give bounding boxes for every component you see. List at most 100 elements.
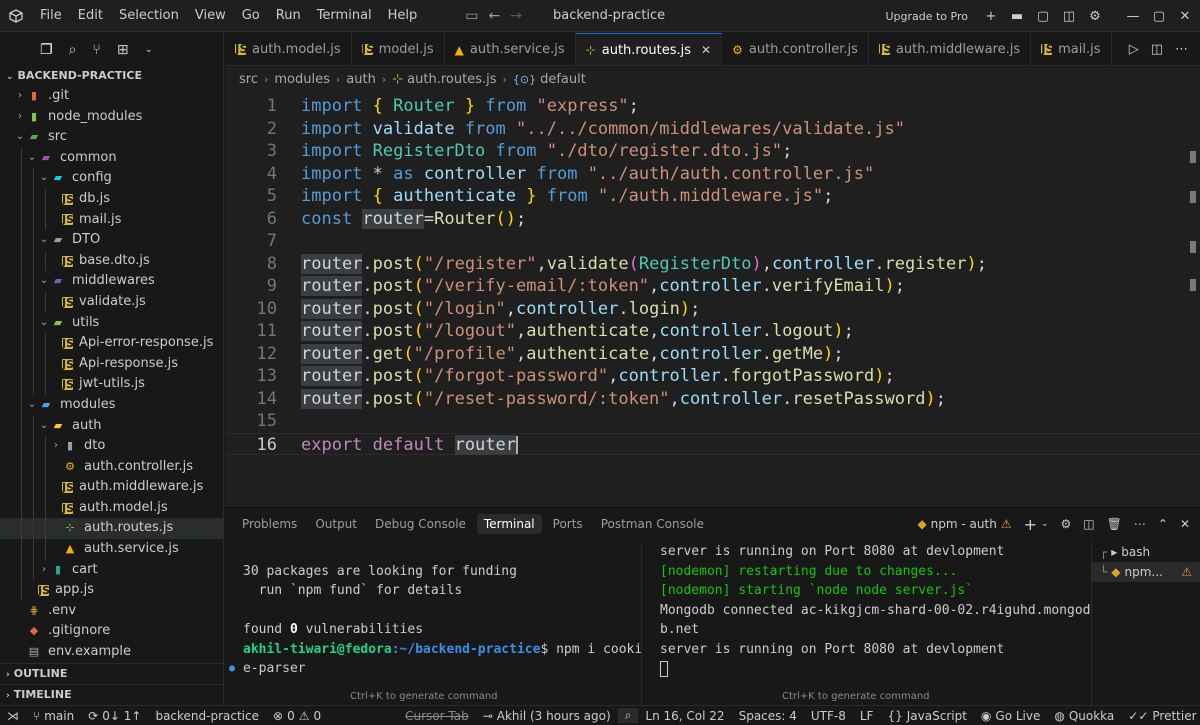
tree-item[interactable]: ⌄ ▰ common [0,147,223,169]
tree-item[interactable]: ⋕ .env [0,601,223,622]
maximize-icon[interactable]: ▢ [1152,9,1166,24]
source-control-icon[interactable]: ⑂ [92,42,100,58]
close-tab-icon[interactable]: ✕ [701,43,711,57]
tree-item[interactable]: › ▮ node_modules [0,107,223,128]
tree-item[interactable]: ⊹ auth.routes.js [0,518,223,540]
terminal-settings-icon[interactable]: ⚙ [1061,517,1072,531]
more-actions-icon[interactable]: ⋯ [1134,517,1146,531]
back-arrow-icon[interactable]: ← [489,8,501,24]
kill-terminal-icon[interactable]: 🗑 [1107,517,1122,531]
tab-auth-service-js[interactable]: ▲ auth.service.js [445,33,576,65]
layout-icon[interactable]: ◫ [1062,9,1076,24]
breadcrumb-item[interactable]: {⊙} default [513,72,586,87]
tree-item[interactable]: JS Api-response.js [0,353,223,375]
code-editor[interactable]: 1 import { Router } from "express"; 2 impor… [225,91,1200,504]
run-icon[interactable]: ▷ [1129,42,1139,57]
sync-indicator[interactable]: ⟳ 0↓ 1↑ [81,709,148,723]
tree-item[interactable]: JS auth.model.js [0,497,223,519]
menu-item-edit[interactable]: Edit [70,0,111,32]
breadcrumb-item[interactable]: ⊹ auth.routes.js [392,72,496,87]
tree-item[interactable]: ⌄ ▰ auth [0,415,223,437]
encoding[interactable]: UTF-8 [804,709,853,723]
tree-item[interactable]: ⌄ ▰ config [0,168,223,189]
close-window-icon[interactable]: ✕ [1178,9,1192,24]
tree-item[interactable]: JS validate.js [0,291,223,313]
end-of-line[interactable]: LF [853,709,881,723]
tree-item[interactable]: ⌄ ▰ src [0,127,223,148]
scrollbar-markers[interactable] [1190,151,1196,291]
new-terminal-icon[interactable]: + [1024,515,1037,534]
indentation[interactable]: Spaces: 4 [732,709,804,723]
quokka-button[interactable]: ◍ Quokka [1047,709,1121,723]
explorer-root-header[interactable]: ⌄ BACKEND-PRACTICE [0,66,223,86]
tree-item[interactable]: ◆ .gitignore [0,621,223,642]
menu-item-file[interactable]: File [32,0,70,32]
tab-auth-model-js[interactable]: JS auth.model.js [225,33,352,65]
tree-item[interactable]: › ▮ dto [0,436,223,457]
upgrade-button[interactable]: Upgrade to Pro [885,10,968,23]
tab-auth-controller-js[interactable]: ⚙ auth.controller.js [722,33,869,65]
tree-item[interactable]: JS app.js [0,580,223,601]
terminal-pane-1[interactable]: 30 packages are looking for funding run … [225,542,642,706]
panel-tab-output[interactable]: Output [308,514,364,534]
panel-tab-postman-console[interactable]: Postman Console [594,514,711,534]
new-icon[interactable]: + [984,9,998,24]
tree-item[interactable]: ⌄ ▰ modules [0,394,223,416]
split-editor-icon[interactable]: ◫ [1151,42,1163,57]
remote-indicator[interactable]: ⋊ [0,709,26,723]
breadcrumb-item[interactable]: auth [346,72,376,87]
tree-item[interactable]: ⚙ auth.controller.js [0,456,223,478]
tree-item[interactable]: JS jwt-utils.js [0,374,223,395]
tree-item[interactable]: JS Api-error-response.js [0,333,223,354]
tree-item[interactable]: ⌄ ▰ middlewares [0,271,223,292]
terminal-list-item[interactable]: ┌ ▸ bash [1092,542,1200,562]
extensions-icon[interactable]: ⊞ [117,42,129,58]
panel-tab-problems[interactable]: Problems [235,514,304,534]
problems-indicator[interactable]: ⊗ 0 ⚠ 0 [266,709,328,723]
menu-item-view[interactable]: View [187,0,234,32]
more-actions-icon[interactable]: ⋯ [1175,42,1188,57]
tree-item[interactable]: JS base.dto.js [0,250,223,272]
chevron-down-icon[interactable]: ⌄ [145,44,153,55]
prettier-button[interactable]: ✓✓ Prettier [1121,709,1200,723]
panel-tab-terminal[interactable]: Terminal [476,514,542,534]
tree-item[interactable]: ▤ env.example [0,642,223,663]
search-icon[interactable]: ⌕ [69,42,77,58]
menu-item-go[interactable]: Go [234,0,268,32]
tree-item[interactable]: ▲ auth.service.js [0,539,223,560]
tree-item[interactable]: JS db.js [0,188,223,210]
toggle-sidebar-icon[interactable]: ▭ [465,8,478,24]
outline-section[interactable]: › OUTLINE [0,663,224,684]
project-indicator[interactable]: backend-practice [148,709,266,723]
panel-tab-ports[interactable]: Ports [546,514,590,534]
timeline-section[interactable]: › TIMELINE [0,684,224,705]
forward-arrow-icon[interactable]: → [510,8,522,24]
settings-gear-icon[interactable]: ⚙ [1088,9,1102,24]
tree-item[interactable]: ⌄ ▰ utils [0,312,223,334]
menu-item-selection[interactable]: Selection [111,0,187,32]
tree-item[interactable]: › ▮ cart [0,559,223,581]
cursor-position[interactable]: Ln 16, Col 22 [638,709,731,723]
toggle-panel-icon[interactable]: ▬ [1010,9,1024,24]
zoom-search-icon[interactable]: ⌕ [617,708,639,723]
branch-indicator[interactable]: ⑂ main [26,709,81,723]
tab-auth-routes-js[interactable]: ⊹ auth.routes.js ✕ [575,33,723,65]
chat-icon[interactable]: ▢ [1036,9,1050,24]
terminal-list-item[interactable]: └ ◆ npm... ⚠ [1092,562,1200,582]
minimize-icon[interactable]: — [1126,9,1140,24]
breadcrumb-item[interactable]: modules [274,72,330,87]
tree-item[interactable]: ⌄ ▰ DTO [0,230,223,251]
split-terminal-icon[interactable]: ◫ [1083,517,1094,531]
tree-item[interactable]: JS auth.middleware.js [0,477,223,498]
terminal-pane-2[interactable]: server is running on Port 8080 at devlop… [641,542,1091,706]
tab-auth-middleware-js[interactable]: JS auth.middleware.js [869,33,1032,65]
go-live-button[interactable]: ◉ Go Live [974,709,1047,723]
tab-mail-js[interactable]: JS mail.js [1031,33,1112,65]
close-panel-icon[interactable]: ✕ [1180,517,1190,531]
maximize-panel-icon[interactable]: ⌃ [1158,517,1168,531]
tab-model-js[interactable]: JS model.js [352,33,445,65]
terminal-name[interactable]: ◆ npm - auth ⚠ [917,517,1011,531]
menu-item-help[interactable]: Help [380,0,426,32]
chevron-down-icon[interactable]: ⌄ [1041,519,1049,529]
language-mode[interactable]: {} JavaScript [880,709,973,723]
